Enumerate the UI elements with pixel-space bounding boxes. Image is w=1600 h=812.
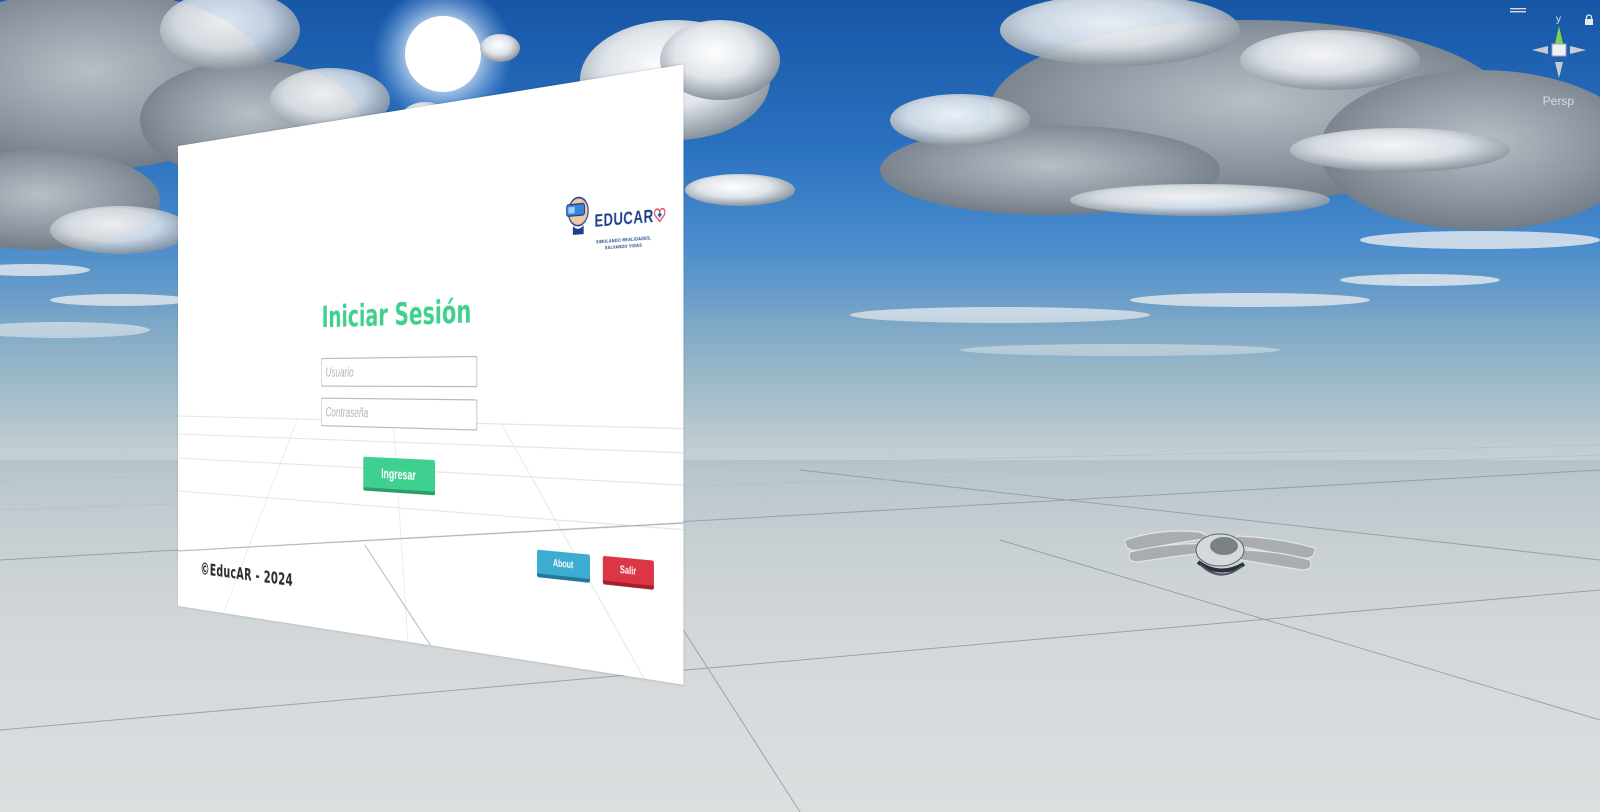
panel-perspective-wrapper: EDUCAR SIMULANDO REALIDADES, SALVANDO VI… <box>0 0 1600 812</box>
heart-shield-icon <box>654 206 666 223</box>
login-panel: EDUCAR SIMULANDO REALIDADES, SALVANDO VI… <box>178 64 684 685</box>
logo-name: EDUCAR <box>594 204 654 231</box>
exit-button[interactable]: Salir <box>602 555 654 590</box>
logo-tagline: SIMULANDO REALIDADES, SALVANDO VIDAS <box>596 234 652 251</box>
vr-scene: y Persp EDUCAR SIMULANDO REALIDADES, SAL… <box>0 0 1600 812</box>
login-button[interactable]: Ingresar <box>363 456 435 496</box>
educar-logo: EDUCAR SIMULANDO REALIDADES, SALVANDO VI… <box>565 185 666 258</box>
username-input[interactable] <box>320 355 478 388</box>
password-input[interactable] <box>320 397 478 431</box>
educar-logo-icon <box>565 192 592 235</box>
about-button[interactable]: About <box>536 549 590 583</box>
